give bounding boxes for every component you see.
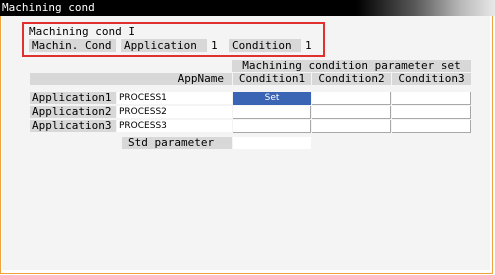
machining-cond-subtitle: Machining cond I [29, 25, 135, 38]
condition-cell[interactable] [392, 92, 471, 105]
row-name-process1: PROCESS1 [117, 92, 232, 104]
window-title: Machining cond [2, 1, 95, 14]
condition-cell[interactable] [312, 106, 391, 119]
std-parameter-field[interactable] [233, 137, 311, 149]
condition-label: Condition [229, 39, 301, 52]
column-header-condition3: Condition3 [392, 73, 471, 85]
application-label: Application [121, 39, 207, 52]
column-header-condition2: Condition2 [312, 73, 391, 85]
condition-cell[interactable] [312, 92, 391, 105]
std-parameter-label: Std parameter [122, 137, 232, 149]
condition-cell[interactable] [233, 106, 311, 119]
row-name-process3: PROCESS3 [117, 120, 232, 132]
condition-cell[interactable] [312, 120, 391, 133]
appname-header: AppName [30, 73, 232, 85]
row-name-process2: PROCESS2 [117, 106, 232, 118]
column-header-condition1: Condition1 [233, 73, 311, 85]
condition-cell-selected[interactable]: Set [233, 92, 311, 105]
title-bar: Machining cond [0, 0, 495, 16]
row-label-application2: Application2 [30, 106, 116, 118]
machin-cond-label: Machin. Cond [29, 39, 116, 52]
row-label-application3: Application3 [30, 120, 116, 132]
row-label-application1: Application1 [30, 92, 116, 104]
application-value[interactable]: 1 [211, 39, 223, 52]
condition-cell[interactable] [392, 120, 471, 133]
group-header: Machining condition parameter set [232, 60, 471, 72]
condition-cell[interactable] [392, 106, 471, 119]
condition-value[interactable]: 1 [305, 39, 317, 52]
condition-cell[interactable] [233, 120, 311, 133]
